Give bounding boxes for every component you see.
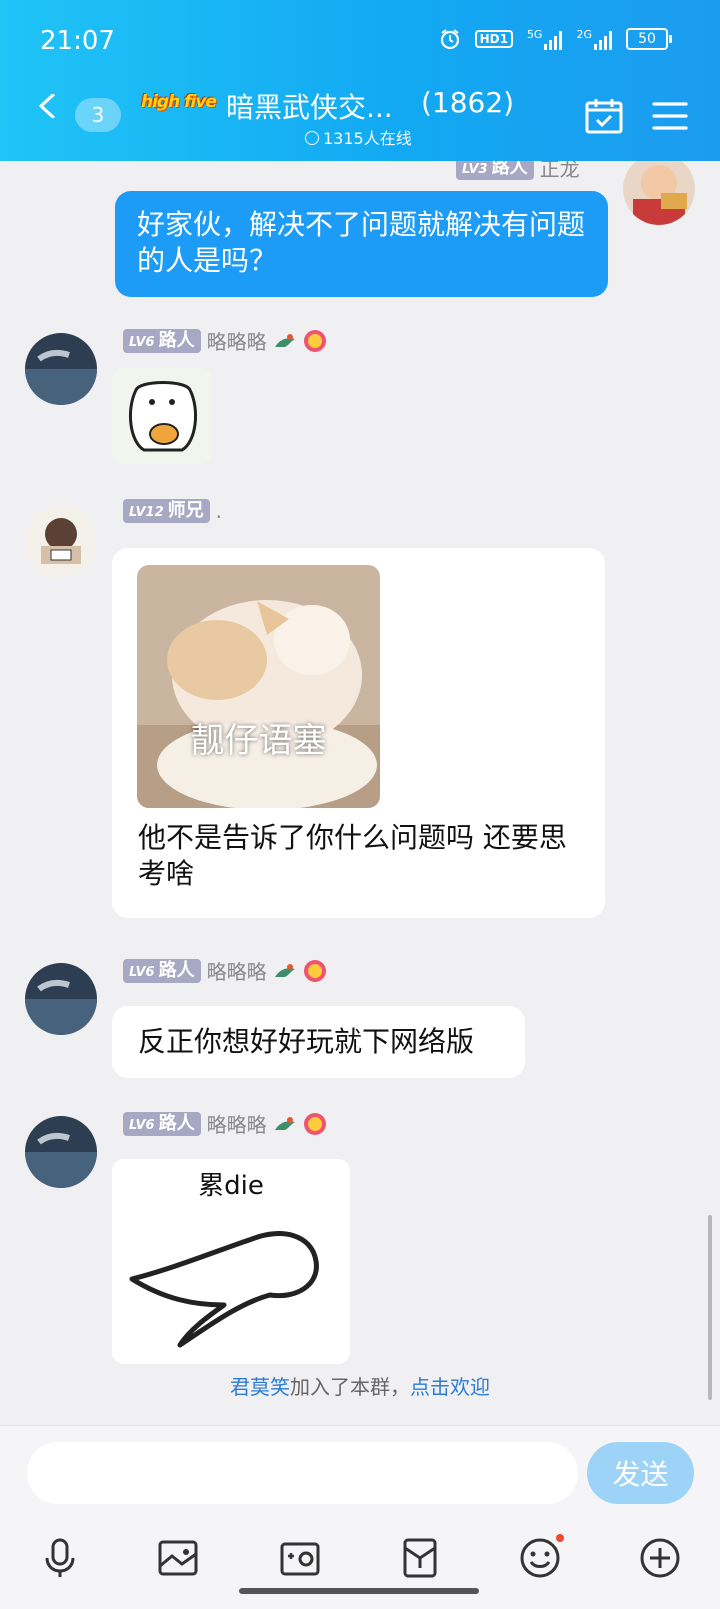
input-toolbar <box>0 1534 720 1592</box>
dragon-badge-icon <box>274 963 295 977</box>
hd-badge: HD1 <box>474 30 513 48</box>
message-bubble[interactable]: 靓仔语塞 他不是告诉了你什么问题吗 还要思考啥 <box>112 548 605 918</box>
joined-user-link[interactable]: 君莫笑 <box>230 1375 290 1399</box>
sender-name: 略略略 <box>206 1113 267 1137</box>
flower-badge-icon <box>303 329 326 352</box>
sticker-caption: 累die <box>198 1171 264 1201</box>
level-badge: LV12 师兄 <box>123 499 210 523</box>
group-logo: high five <box>141 92 217 112</box>
message-bubble[interactable]: 反正你想好好玩就下网络版 <box>112 1006 525 1078</box>
back-arrow-icon[interactable] <box>36 94 60 118</box>
tired-sticker[interactable]: 累die <box>112 1159 350 1364</box>
flower-badge-icon <box>303 1112 326 1135</box>
home-indicator[interactable] <box>239 1588 479 1594</box>
status-time: 21:07 <box>40 26 115 56</box>
alarm-icon <box>440 29 459 50</box>
signal-icon: 5G <box>527 28 563 50</box>
message-text: 好家伙，解决不了问题就解决有问题的人是吗？ <box>137 208 586 277</box>
battery-icon: 50 <box>626 28 672 50</box>
group-member-count[interactable]: (1862) <box>421 86 514 119</box>
microphone-icon[interactable] <box>38 1536 82 1580</box>
meme-image-cat[interactable]: 靓仔语塞 <box>137 565 380 808</box>
notification-dot <box>556 1534 564 1542</box>
online-count: 1315人在线 <box>305 125 412 149</box>
message-meta: LV6 路人 略略略 <box>123 1109 327 1138</box>
avatar-user-lueluelue[interactable] <box>25 963 97 1035</box>
avatar-user-lueluelue[interactable] <box>25 1116 97 1188</box>
level-badge: LV6 路人 <box>123 1111 201 1136</box>
menu-icon[interactable] <box>650 96 690 136</box>
camera-icon[interactable] <box>278 1536 322 1580</box>
bear-sticker[interactable] <box>112 368 212 464</box>
message-meta: LV12 师兄 . <box>123 499 222 523</box>
message-meta: LV6 路人 略略略 <box>123 956 327 985</box>
chat-message-list[interactable]: LV3 路人 正龙 好家伙，解决不了问题就解决有问题的人是吗？ LV6 路人 略略略… <box>0 161 720 1425</box>
message-text: 他不是告诉了你什么问题吗 还要思考啥 <box>138 821 567 890</box>
image-icon[interactable] <box>156 1536 200 1580</box>
message-meta-me: LV3 路人 正龙 <box>456 161 580 182</box>
status-icons: HD1 5G 2G 50 <box>439 28 672 50</box>
plus-icon[interactable] <box>638 1536 682 1580</box>
red-packet-icon[interactable] <box>398 1536 442 1580</box>
send-button[interactable]: 发送 <box>587 1442 694 1504</box>
sender-name: . <box>215 499 223 523</box>
level-badge: LV6 路人 <box>123 328 201 353</box>
chat-header: 21:07 HD1 5G 2G 50 3 high five 暗黑武侠交... … <box>0 0 720 161</box>
message-input[interactable] <box>27 1442 578 1504</box>
sender-name: 正龙 <box>539 161 580 181</box>
level-badge: LV6 路人 <box>123 958 201 983</box>
input-area: 发送 <box>0 1425 720 1609</box>
system-join-message: 君莫笑加入了本群，点击欢迎 <box>0 1371 720 1400</box>
avatar-user-shixiong[interactable] <box>25 506 97 578</box>
group-title[interactable]: 暗黑武侠交... <box>226 86 393 126</box>
dragon-badge-icon <box>274 333 295 347</box>
signal-icon-2: 2G <box>576 28 612 50</box>
avatar-user-lueluelue[interactable] <box>25 333 97 405</box>
message-text: 反正你想好好玩就下网络版 <box>138 1025 475 1058</box>
online-indicator-icon <box>305 131 319 145</box>
system-message-text: 加入了本群， <box>290 1375 410 1399</box>
message-meta: LV6 路人 略略略 <box>123 326 327 355</box>
network-2g-label: 2G <box>576 28 592 41</box>
meme-caption: 靓仔语塞 <box>190 721 327 761</box>
dragon-badge-icon <box>274 1116 295 1130</box>
unread-count-badge[interactable]: 3 <box>75 98 121 132</box>
online-count-text: 1315人在线 <box>323 129 412 148</box>
avatar-me[interactable] <box>623 161 695 225</box>
emoji-button[interactable] <box>518 1534 564 1580</box>
sender-name: 略略略 <box>206 960 267 984</box>
level-badge: LV3 路人 <box>456 161 534 180</box>
message-bubble-me[interactable]: 好家伙，解决不了问题就解决有问题的人是吗？ <box>115 191 608 297</box>
flower-badge-icon <box>303 959 326 982</box>
network-5g-label: 5G <box>526 28 543 41</box>
emoji-icon <box>520 1538 560 1578</box>
sender-name: 略略略 <box>206 330 267 354</box>
calendar-check-icon[interactable] <box>584 96 624 136</box>
welcome-link[interactable]: 点击欢迎 <box>410 1375 490 1399</box>
